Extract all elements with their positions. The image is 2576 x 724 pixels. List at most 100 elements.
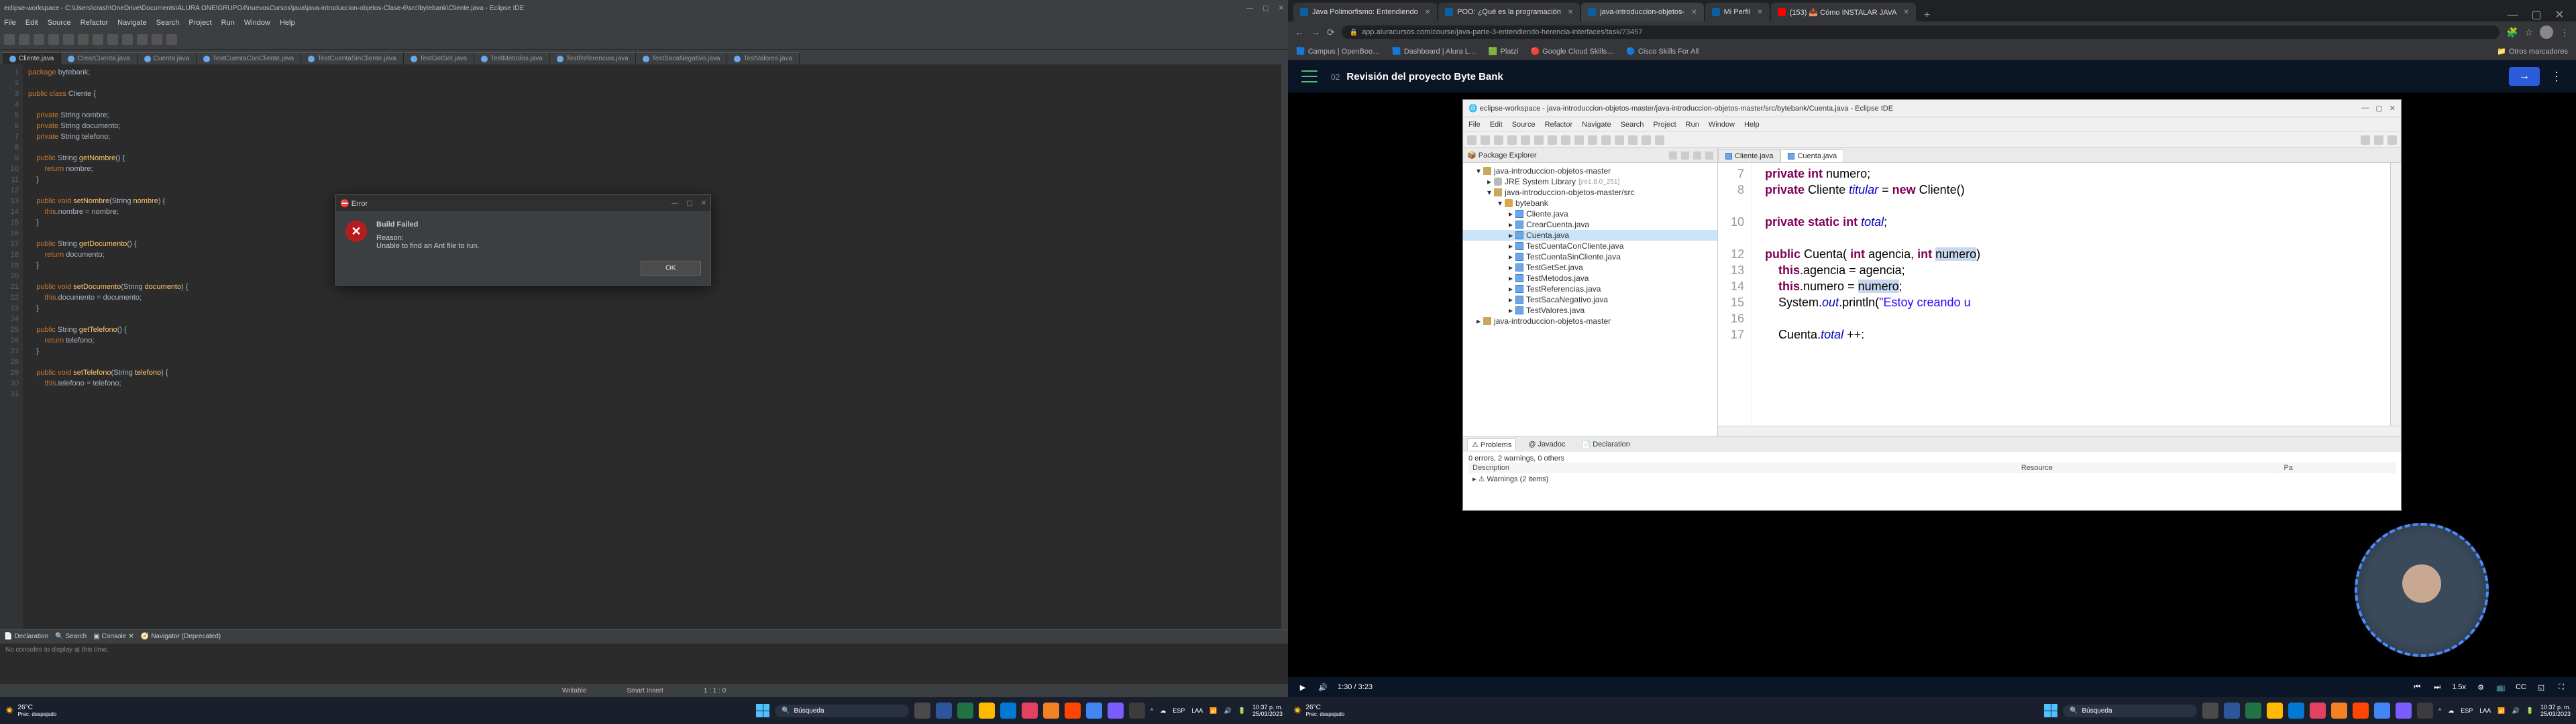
search-icon[interactable] xyxy=(2361,135,2370,145)
taskbar-app[interactable] xyxy=(2224,703,2240,719)
taskbar-app[interactable] xyxy=(1043,703,1059,719)
pe-tool-icon[interactable] xyxy=(1681,152,1689,160)
editor-tab[interactable]: Cliente.java xyxy=(3,52,61,64)
window-minimize-icon[interactable]: — xyxy=(2500,9,2524,21)
menu-search[interactable]: Search xyxy=(156,19,180,27)
toolbar-button[interactable] xyxy=(1494,135,1503,145)
menu-window[interactable]: Window xyxy=(244,19,270,27)
taskbar-app[interactable] xyxy=(914,703,930,719)
bookmark-item[interactable]: 🔴 Google Cloud Skills… xyxy=(1530,47,1614,56)
editor-tab[interactable]: Cliente.java xyxy=(1718,149,1780,162)
pe-tool-icon[interactable] xyxy=(1669,152,1677,160)
editor-tab[interactable]: TestCuentaSinCliente.java xyxy=(301,52,403,64)
menu-source[interactable]: Source xyxy=(1512,121,1536,129)
perspective-icon[interactable] xyxy=(2374,135,2383,145)
next-video-icon[interactable]: ⏭ xyxy=(2432,682,2443,692)
tab-navigator[interactable]: 🧭 Navigator (Deprecated) xyxy=(141,633,221,640)
next-lesson-button[interactable]: → xyxy=(2509,67,2540,86)
taskbar-search[interactable]: 🔍 Búsqueda xyxy=(2063,705,2197,717)
menu-search[interactable]: Search xyxy=(1621,121,1644,129)
menu-window[interactable]: Window xyxy=(1709,121,1735,129)
chrome-tab[interactable]: POO: ¿Qué es la programación✕ xyxy=(1438,3,1580,21)
menu-navigate[interactable]: Navigate xyxy=(1582,121,1611,129)
tree-file[interactable]: ▸ CrearCuenta.java xyxy=(1463,219,1717,230)
editor-tab[interactable]: Cuenta.java xyxy=(138,52,197,64)
taskbar-app[interactable] xyxy=(2374,703,2390,719)
taskbar-app[interactable] xyxy=(957,703,973,719)
toolbar-button[interactable] xyxy=(4,34,15,45)
chrome-menu-icon[interactable]: ⋮ xyxy=(2560,27,2569,38)
tab-close-icon[interactable]: ✕ xyxy=(1425,9,1430,16)
minimize-icon[interactable]: — xyxy=(2361,104,2369,113)
dialog-maximize-icon[interactable]: ▢ xyxy=(686,200,692,207)
tray-wifi-icon[interactable]: 📶 xyxy=(2498,707,2505,715)
tab-javadoc[interactable]: @ Javadoc xyxy=(1524,439,1569,450)
menu-file[interactable]: File xyxy=(1468,121,1481,129)
tab-close-icon[interactable]: ✕ xyxy=(1903,9,1909,16)
horizontal-scrollbar[interactable] xyxy=(1718,426,2401,436)
bookmark-item[interactable]: 🟦 Dashboard | Alura L… xyxy=(1392,47,1477,56)
tray-volume-icon[interactable]: 🔊 xyxy=(1224,707,1232,715)
back-icon[interactable]: ← xyxy=(1295,27,1304,38)
editor-tab[interactable]: Cuenta.java xyxy=(1780,149,1844,162)
tree-project[interactable]: ▸ java-introduccion-objetos-master xyxy=(1463,316,1717,326)
editor-tab[interactable]: CrearCuenta.java xyxy=(61,52,137,64)
tray-language[interactable]: ESP xyxy=(1173,707,1185,714)
tab-problems[interactable]: ⚠ Problems xyxy=(1467,438,1516,450)
tray-onedrive-icon[interactable]: ☁ xyxy=(1160,707,1166,715)
taskbar-app[interactable] xyxy=(2267,703,2283,719)
tab-declaration[interactable]: 📄 Declaration xyxy=(1578,439,1634,450)
code-editor[interactable]: 1234567891011121314151617181920212223242… xyxy=(0,64,1288,629)
editor-tab[interactable]: TestGetSet.java xyxy=(404,52,475,64)
menu-navigate[interactable]: Navigate xyxy=(117,19,146,27)
menu-source[interactable]: Source xyxy=(48,19,71,27)
tray-network[interactable]: LAA xyxy=(1191,707,1203,714)
taskbar-app[interactable] xyxy=(2331,703,2347,719)
toolbar-button[interactable] xyxy=(63,34,74,45)
fullscreen-icon[interactable]: ⛶ xyxy=(2556,682,2567,692)
chrome-tab[interactable]: Mi Perfil✕ xyxy=(1705,3,1770,21)
tray-battery-icon[interactable]: 🔋 xyxy=(2526,707,2534,715)
chrome-tab[interactable]: (153) 📥 Cómo INSTALAR JAVA✕ xyxy=(1771,3,1916,21)
toolbar-button[interactable] xyxy=(1615,135,1624,145)
settings-icon[interactable]: ⚙ xyxy=(2475,682,2486,692)
toolbar-button[interactable] xyxy=(1481,135,1490,145)
taskbar-app[interactable] xyxy=(1129,703,1145,719)
toolbar-button[interactable] xyxy=(166,34,177,45)
tree-project[interactable]: ▾ java-introduccion-objetos-master xyxy=(1463,166,1717,176)
quality-icon[interactable]: 📺 xyxy=(2496,682,2506,692)
taskbar-app[interactable] xyxy=(979,703,995,719)
toolbar-button[interactable] xyxy=(1561,135,1570,145)
bookmark-star-icon[interactable]: ☆ xyxy=(2524,27,2533,38)
vertical-scrollbar[interactable] xyxy=(2390,163,2401,426)
play-icon[interactable]: ▶ xyxy=(1297,682,1308,692)
tree-file[interactable]: ▸ TestCuentaSinCliente.java xyxy=(1463,251,1717,262)
taskbar-app[interactable] xyxy=(2396,703,2412,719)
extensions-icon[interactable]: 🧩 xyxy=(2506,27,2518,38)
pip-icon[interactable]: ◱ xyxy=(2536,682,2546,692)
tab-console[interactable]: ▣ Console ✕ xyxy=(93,633,134,640)
menu-edit[interactable]: Edit xyxy=(1490,121,1503,129)
taskbar-app[interactable] xyxy=(2310,703,2326,719)
tree-file[interactable]: ▸ Cliente.java xyxy=(1463,208,1717,219)
minimize-icon[interactable]: — xyxy=(1246,5,1253,12)
taskbar-app[interactable] xyxy=(2202,703,2218,719)
toolbar-button[interactable] xyxy=(78,34,89,45)
bookmark-item[interactable]: 🔵 Cisco Skills For All xyxy=(1626,47,1699,56)
menu-help[interactable]: Help xyxy=(1744,121,1760,129)
toolbar-button[interactable] xyxy=(1521,135,1530,145)
taskbar-app[interactable] xyxy=(936,703,952,719)
toolbar-button[interactable] xyxy=(1467,135,1477,145)
toolbar-button[interactable] xyxy=(48,34,59,45)
editor-tab[interactable]: TestValores.java xyxy=(727,52,800,64)
toolbar-button[interactable] xyxy=(34,34,44,45)
toolbar-button[interactable] xyxy=(122,34,133,45)
close-icon[interactable]: ✕ xyxy=(1279,5,1284,12)
tree-package[interactable]: ▾ bytebank xyxy=(1463,198,1717,208)
tree-file[interactable]: ▸ TestCuentaConCliente.java xyxy=(1463,241,1717,251)
menu-run[interactable]: Run xyxy=(221,19,235,27)
taskbar-app[interactable] xyxy=(2245,703,2261,719)
editor-tab[interactable]: TestCuentaConCliente.java xyxy=(197,52,301,64)
playback-speed[interactable]: 1.5x xyxy=(2452,683,2466,691)
package-tree[interactable]: ▾ java-introduccion-objetos-master ▸ JRE… xyxy=(1463,163,1717,436)
